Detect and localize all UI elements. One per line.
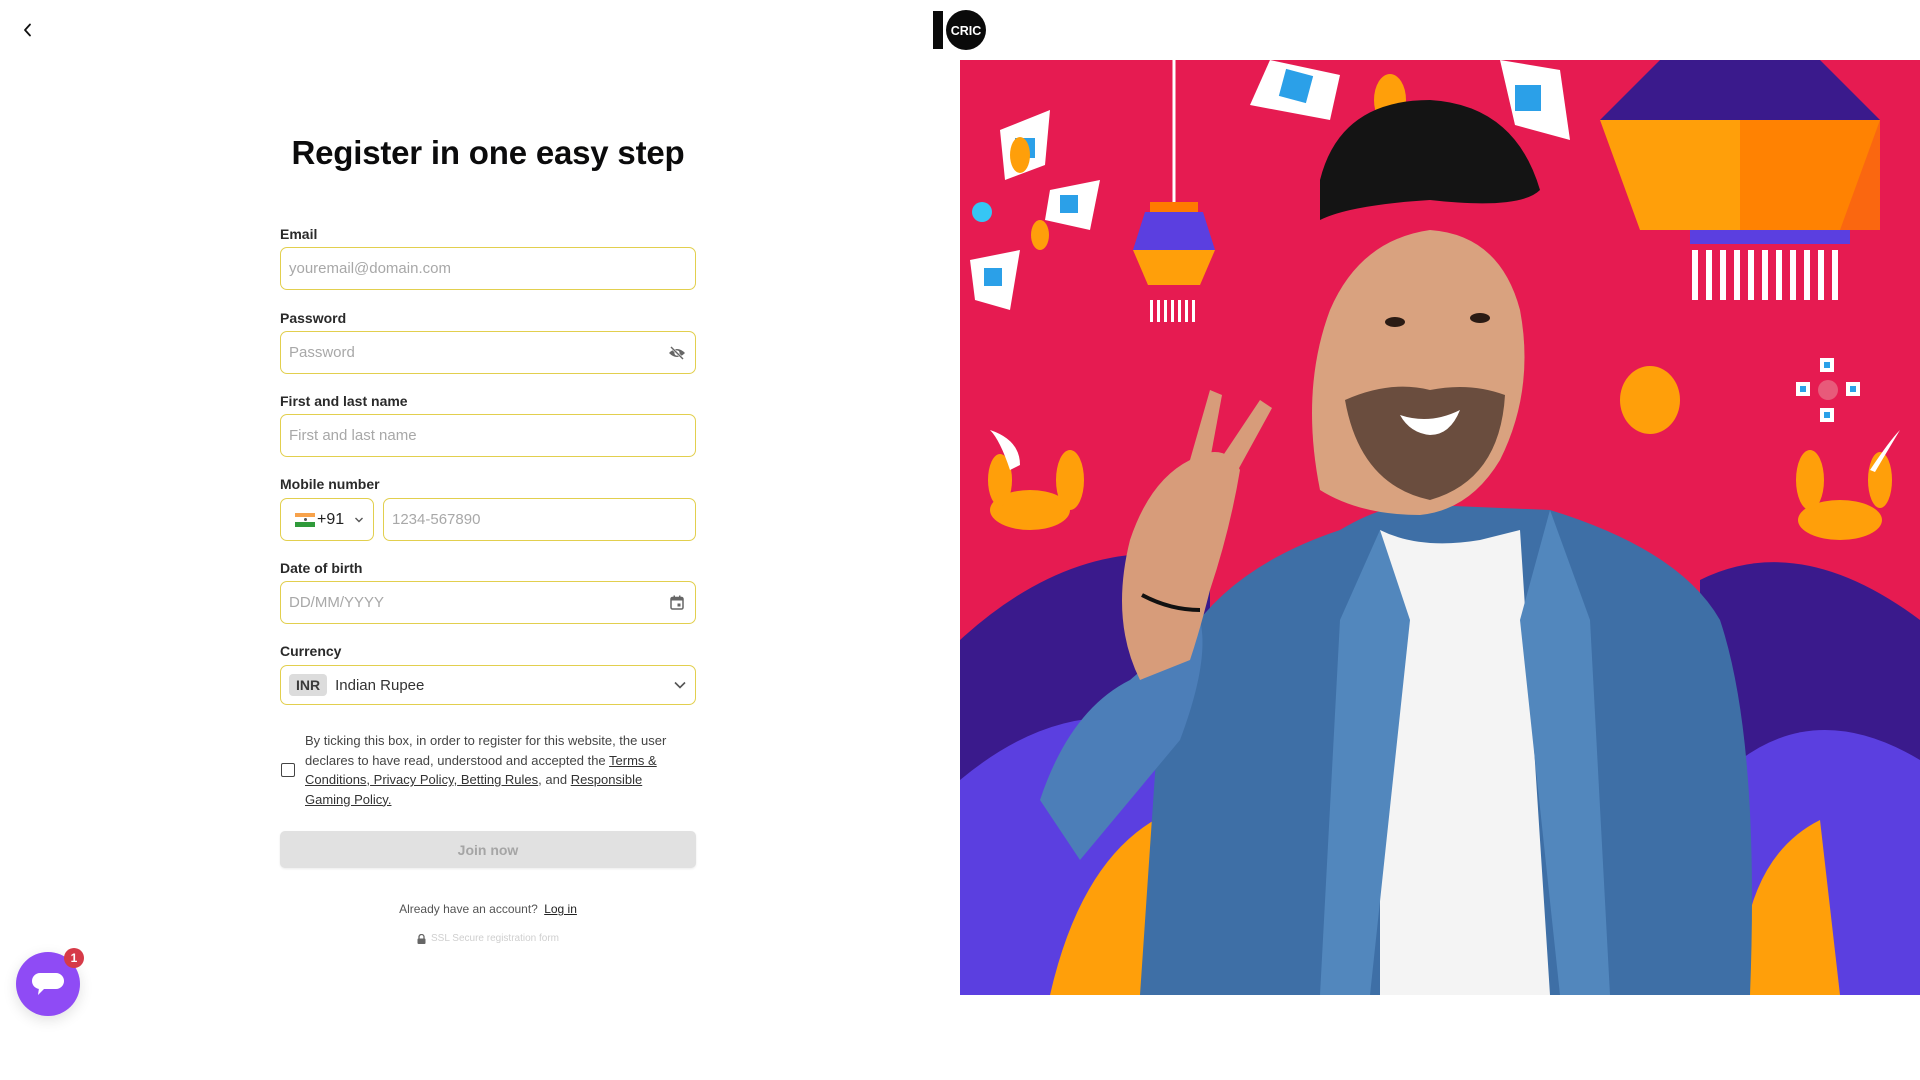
india-flag-icon <box>295 512 315 527</box>
login-prompt-text: Already have an account? <box>399 902 538 916</box>
password-field[interactable] <box>280 331 696 374</box>
eye-off-icon <box>669 345 685 360</box>
name-field[interactable] <box>280 414 696 457</box>
consent-text: By ticking this box, in order to registe… <box>305 731 675 809</box>
currency-label: Currency <box>280 643 342 659</box>
name-input[interactable] <box>289 427 687 444</box>
dob-label: Date of birth <box>280 560 363 576</box>
mobile-label: Mobile number <box>280 476 380 492</box>
country-code: +91 <box>317 510 345 528</box>
chat-bubble-icon <box>32 973 64 995</box>
join-now-button[interactable]: Join now <box>280 831 696 868</box>
ssl-text: SSL Secure registration form <box>430 933 560 944</box>
email-label: Email <box>280 226 318 242</box>
currency-code-badge: INR <box>289 674 328 696</box>
login-link[interactable]: Log in <box>544 902 577 916</box>
betting-rules-link[interactable]: Betting Rules <box>457 772 538 787</box>
brand-logo: CRIC <box>933 10 986 50</box>
currency-select[interactable]: INR Indian Rupee <box>280 665 696 705</box>
terms-consent: By ticking this box, in order to registe… <box>280 731 696 809</box>
password-label: Password <box>280 310 347 326</box>
date-picker-button[interactable] <box>667 593 687 613</box>
chevron-down-icon <box>674 681 686 689</box>
phone-field[interactable] <box>383 498 696 541</box>
logo-text: CRIC <box>951 24 982 38</box>
chevron-down-icon <box>355 517 364 522</box>
consent-text-and: , and <box>538 772 571 787</box>
toggle-password-visibility-button[interactable] <box>667 343 687 363</box>
email-field[interactable] <box>280 247 696 290</box>
chat-notification-badge: 1 <box>64 948 84 968</box>
password-input[interactable] <box>289 344 667 361</box>
dob-field[interactable] <box>280 581 696 624</box>
hero-image <box>960 60 1920 995</box>
page-title: Register in one easy step <box>291 134 685 171</box>
hero-illustration <box>960 60 1920 995</box>
login-prompt: Already have an account? Log in <box>280 902 696 916</box>
name-label: First and last name <box>280 393 408 409</box>
phone-input[interactable] <box>392 511 687 528</box>
privacy-policy-link[interactable]: Privacy Policy, <box>370 772 458 787</box>
currency-name: Indian Rupee <box>335 676 425 694</box>
chevron-left-icon <box>24 23 31 37</box>
lock-icon <box>417 933 426 944</box>
calendar-icon <box>670 595 684 610</box>
registration-form: Register in one easy step Email Password… <box>280 128 696 944</box>
country-code-select[interactable]: +91 <box>280 498 374 541</box>
dob-input[interactable] <box>289 594 667 611</box>
email-input[interactable] <box>289 260 687 277</box>
ssl-notice: SSL Secure registration form <box>280 933 696 944</box>
terms-checkbox[interactable] <box>281 763 295 777</box>
back-button[interactable] <box>18 18 38 42</box>
